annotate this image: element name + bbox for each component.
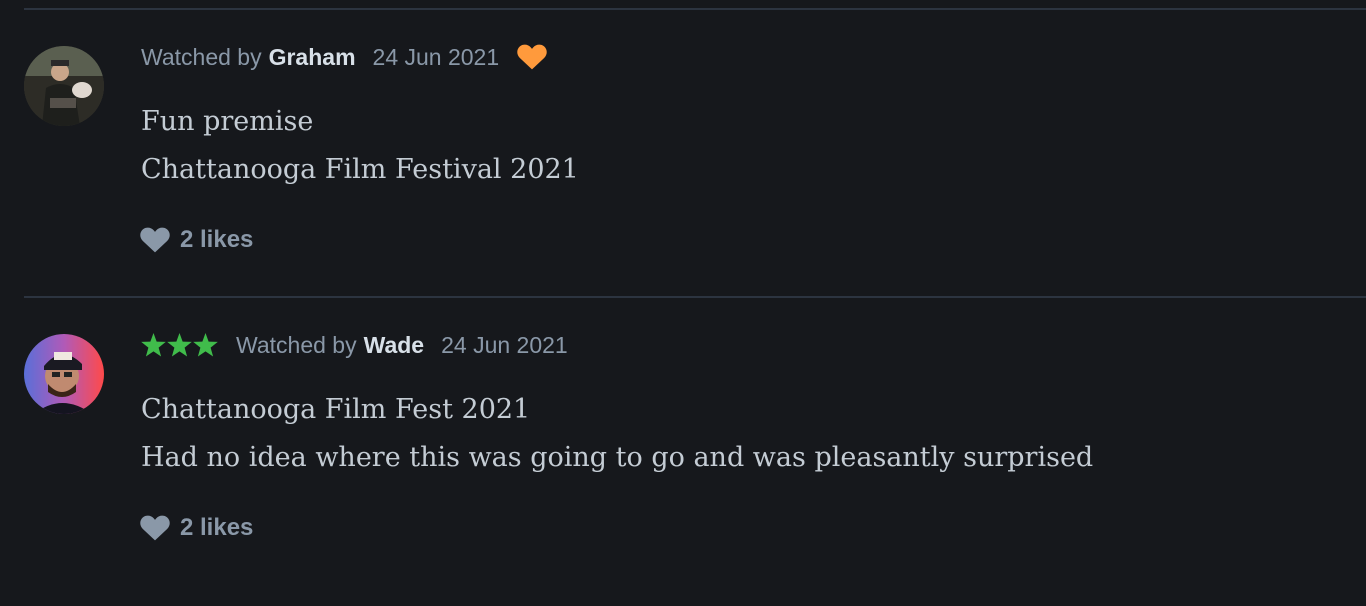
review-meta: Watched by Wade 24 Jun 2021 — [141, 330, 568, 360]
review-line: Chattanooga Film Festival 2021 — [141, 154, 579, 185]
watched-by-label: Watched by — [236, 331, 357, 358]
liked-heart-icon — [517, 44, 547, 70]
user-avatar[interactable] — [24, 334, 104, 414]
review-date[interactable]: 24 Jun 2021 — [373, 44, 500, 71]
star-icon — [167, 333, 192, 357]
review-body: Chattanooga Film Fest 2021 Had no idea w… — [141, 386, 1093, 482]
user-avatar[interactable] — [24, 46, 104, 126]
heart-icon — [140, 515, 170, 541]
review-divider — [24, 296, 1366, 298]
review-line: Fun premise — [141, 106, 314, 137]
star-icon — [193, 333, 218, 357]
watched-by-label: Watched by — [141, 43, 262, 70]
review-body: Fun premise Chattanooga Film Festival 20… — [141, 98, 579, 194]
likes-button[interactable]: 2 likes — [140, 514, 253, 542]
likes-button[interactable]: 2 likes — [140, 226, 253, 254]
reviewer-name[interactable]: Wade — [364, 332, 425, 359]
likes-count: 2 likes — [180, 226, 254, 253]
star-icon — [141, 333, 166, 357]
heart-icon — [140, 227, 170, 253]
review-meta: Watched by Graham 24 Jun 2021 — [141, 42, 547, 72]
review-line: Chattanooga Film Fest 2021 — [141, 394, 531, 425]
review-date[interactable]: 24 Jun 2021 — [441, 332, 568, 359]
likes-count: 2 likes — [180, 514, 254, 541]
review-line: Had no idea where this was going to go a… — [141, 442, 1094, 473]
rating-stars — [141, 333, 219, 357]
reviewer-name[interactable]: Graham — [269, 44, 356, 71]
review-divider — [24, 8, 1366, 10]
